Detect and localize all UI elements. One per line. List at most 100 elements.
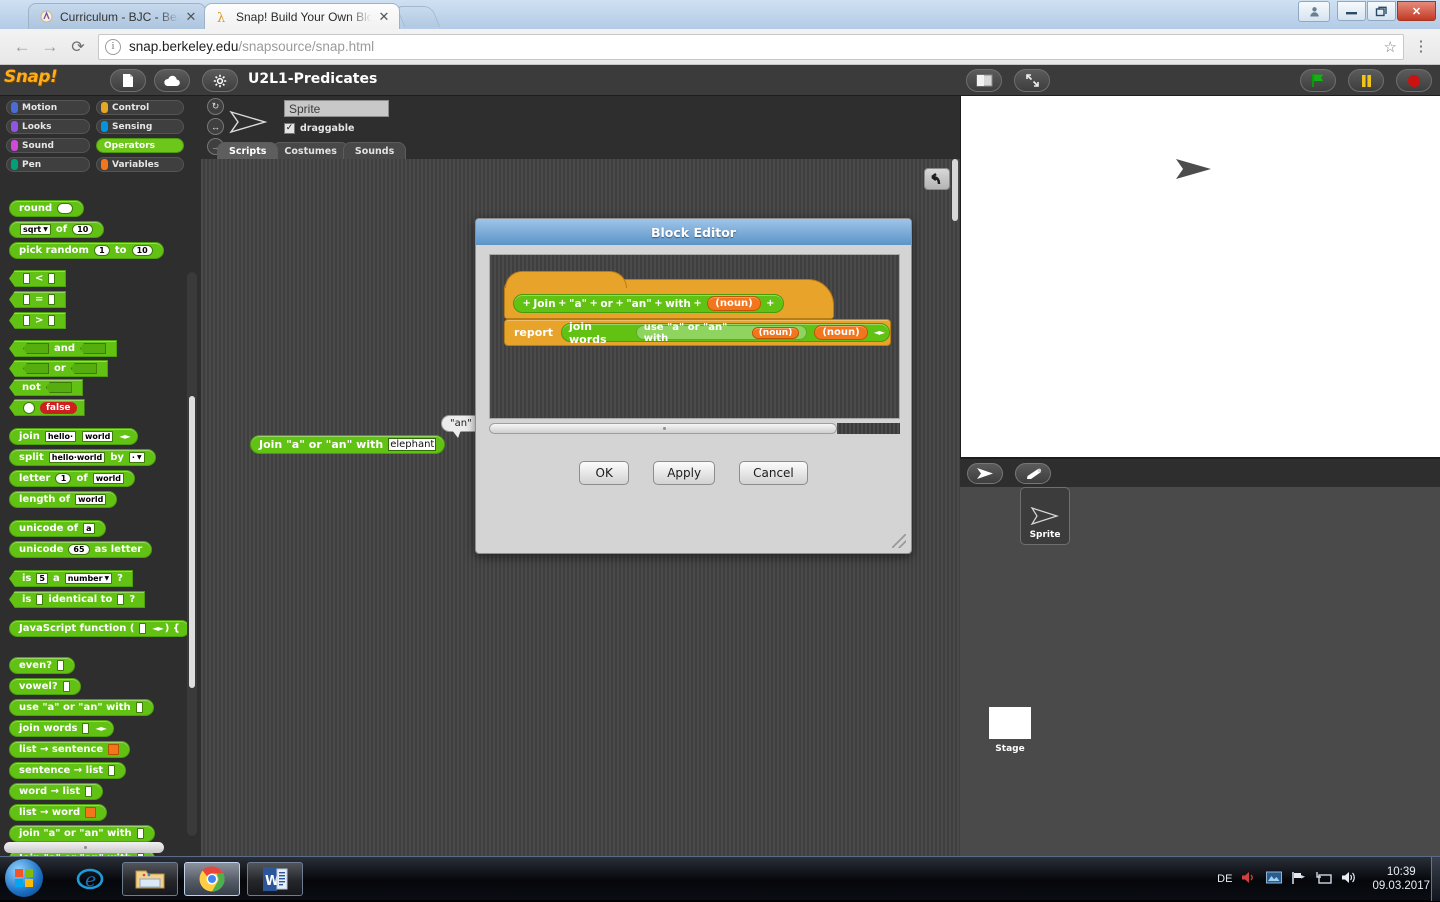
stop-icon[interactable] (1396, 69, 1432, 92)
prototype-word-join[interactable]: Join (533, 298, 555, 310)
ok-button[interactable]: OK (579, 461, 629, 485)
text-slot[interactable] (48, 294, 55, 305)
palette-block-is-identical-to[interactable]: isidentical to? (9, 591, 145, 608)
prototype-plus-6[interactable]: + (766, 298, 774, 309)
fullscreen-icon[interactable] (1014, 69, 1050, 92)
reload-icon[interactable]: ⟳ (64, 33, 92, 61)
palette-block-equals[interactable]: = (9, 291, 66, 308)
paintbrush-icon[interactable] (1015, 463, 1051, 484)
rotate-free-icon[interactable]: ↻ (207, 98, 224, 115)
block-prototype[interactable]: + Join + "a" + or + "an" + with + (noun) (513, 294, 784, 313)
tab-scripts[interactable]: Scripts (217, 142, 278, 159)
dropdown-slot[interactable]: ·▼ (129, 452, 145, 463)
minimize-icon[interactable] (1337, 1, 1366, 21)
toggle-slot[interactable] (23, 402, 35, 414)
variadic-arrows-icon[interactable]: ◄► (95, 724, 105, 733)
action-center-icon[interactable] (1316, 871, 1332, 888)
cancel-button[interactable]: Cancel (739, 461, 808, 485)
sprite-name-input[interactable]: Sprite (284, 100, 389, 117)
prototype-plus-1[interactable]: + (558, 298, 566, 309)
scripting-pane[interactable]: Join "a" or "an" with elephant "an" elep… (201, 159, 960, 856)
star-icon[interactable]: ☆ (1384, 38, 1397, 56)
user-icon[interactable] (1298, 1, 1330, 22)
text-slot[interactable] (23, 315, 30, 326)
prototype-word-a[interactable]: "a" (569, 298, 587, 310)
text-slot[interactable] (48, 315, 55, 326)
chevron-down-icon[interactable]: ▼ (43, 226, 48, 233)
list-slot[interactable] (108, 744, 119, 755)
stage-size-icon[interactable] (966, 69, 1002, 92)
file-icon[interactable] (110, 69, 146, 92)
variadic-arrows-icon[interactable]: ◄► (119, 432, 129, 441)
list-slot[interactable] (85, 807, 96, 818)
palette-block-sqrt-of[interactable]: sqrt▼of10 (9, 221, 104, 238)
text-slot[interactable] (23, 273, 30, 284)
palette-block-vowel[interactable]: vowel? (9, 678, 81, 695)
undo-arrow-icon[interactable] (924, 168, 950, 190)
palette-block-join-words[interactable]: join words ◄► (9, 720, 114, 737)
browser-tab-snap[interactable]: λ Snap! Build Your Own Blo ✕ (204, 3, 400, 29)
numeric-slot[interactable]: 1 (94, 245, 110, 256)
category-sensing[interactable]: Sensing (96, 119, 184, 134)
prototype-plus-4[interactable]: + (654, 298, 662, 309)
palette-block-is-a-number[interactable]: is5anumber▼? (9, 570, 133, 587)
category-sound[interactable]: Sound (6, 138, 90, 153)
block-editor-horizontal-scrollbar[interactable] (489, 423, 837, 434)
speaker-muted-icon[interactable] (1241, 870, 1257, 888)
script-block-join-a-or-an[interactable]: Join "a" or "an" with elephant (250, 435, 445, 454)
pause-icon[interactable] (1348, 69, 1384, 92)
draggable-checkbox[interactable]: ✓ (284, 123, 295, 134)
chevron-down-icon[interactable]: ▼ (105, 575, 110, 582)
dropdown-slot[interactable]: sqrt▼ (20, 224, 51, 235)
text-slot[interactable]: world (75, 494, 106, 505)
taskbar-internet-explorer[interactable]: e (62, 862, 118, 896)
taskbar-file-explorer[interactable] (122, 862, 178, 896)
green-flag-icon[interactable] (1300, 69, 1336, 92)
palette-block-false[interactable]: false (9, 399, 85, 416)
scripts-vertical-scrollbar[interactable] (952, 159, 958, 221)
use-a-or-an-block[interactable]: use "a" or "an" with (noun) (636, 325, 808, 340)
palette-block-less-than[interactable]: < (9, 270, 66, 287)
numeric-slot[interactable]: 10 (72, 224, 93, 235)
text-slot[interactable] (117, 594, 124, 605)
block-prototype-hat[interactable]: + Join + "a" + or + "an" + with + (noun) (504, 279, 834, 319)
sprite-corral[interactable]: Sprite Stage (960, 487, 1440, 856)
taskbar-clock[interactable]: 10:39 09.03.2017 (1372, 865, 1430, 893)
text-slot[interactable] (85, 786, 92, 797)
back-arrow-icon[interactable]: ← (8, 33, 36, 61)
use-block-variable-noun[interactable]: (noun) (752, 327, 800, 339)
flag-icon[interactable] (1291, 871, 1307, 888)
palette-block-not[interactable]: not (9, 379, 83, 396)
text-slot[interactable]: 5 (36, 573, 48, 584)
category-pen[interactable]: Pen (6, 157, 90, 172)
category-looks[interactable]: Looks (6, 119, 90, 134)
close-icon[interactable]: ✕ (376, 9, 392, 25)
numeric-slot[interactable]: 10 (132, 245, 153, 256)
boolean-slot[interactable] (46, 382, 72, 393)
category-motion[interactable]: Motion (6, 100, 90, 115)
palette-block-even[interactable]: even? (9, 657, 75, 674)
palette-block-unicode-of[interactable]: unicode ofa (9, 520, 106, 537)
block-editor-canvas[interactable]: + Join + "a" + or + "an" + with + (noun) (489, 254, 900, 419)
kebab-menu-icon[interactable]: ⋮ (1410, 43, 1432, 51)
dialog-resize-handle[interactable] (892, 534, 906, 548)
palette-block-list-to-word[interactable]: list → word (9, 804, 107, 821)
text-slot[interactable] (57, 660, 64, 671)
graphics-icon[interactable] (1266, 871, 1282, 888)
close-icon[interactable]: ✕ (1397, 1, 1436, 21)
prototype-plus-2[interactable]: + (590, 298, 598, 309)
palette-block-join[interactable]: joinhello·world◄► (9, 428, 138, 445)
palette-block-join-a-or-an-with-lower[interactable]: join "a" or "an" with (9, 825, 155, 842)
apply-button[interactable]: Apply (653, 461, 715, 485)
taskbar-microsoft-word[interactable]: W (247, 862, 303, 896)
text-slot[interactable] (63, 681, 70, 692)
boolean-slot[interactable] (71, 363, 97, 374)
tab-sounds[interactable]: Sounds (343, 142, 406, 159)
numeric-slot[interactable]: 1 (55, 473, 71, 484)
palette-block-length-of[interactable]: length ofworld (9, 491, 117, 508)
palette-block-pick-random[interactable]: pick random1to10 (9, 242, 164, 259)
taskbar-google-chrome[interactable] (184, 862, 240, 896)
text-slot[interactable] (82, 723, 89, 734)
text-slot[interactable]: a (83, 523, 94, 534)
variadic-arrows-icon[interactable]: ◄► (152, 624, 162, 633)
